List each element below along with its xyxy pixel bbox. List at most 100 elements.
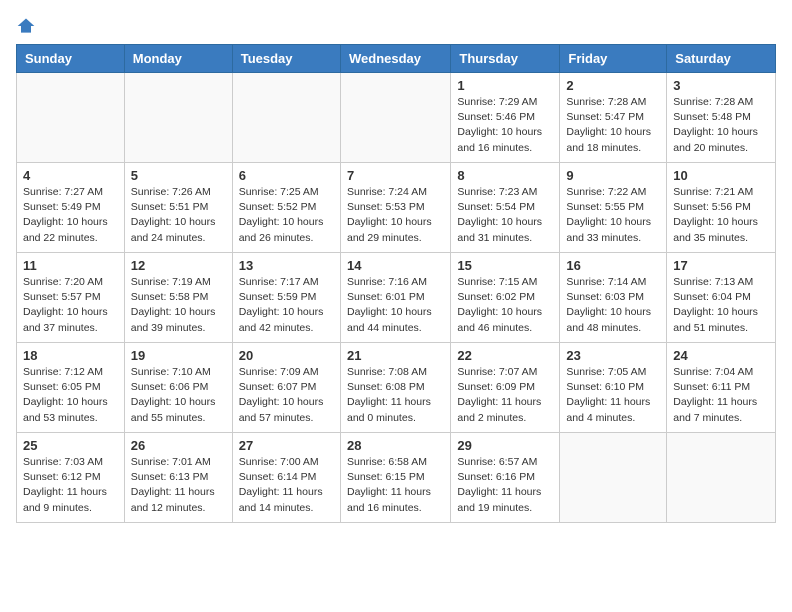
- calendar-cell: 7 Sunrise: 7:24 AMSunset: 5:53 PMDaylight…: [340, 163, 450, 253]
- calendar-cell: 26Sunrise: 7:01 AMSunset: 6:13 PMDayligh…: [124, 433, 232, 523]
- calendar-cell: 20 Sunrise: 7:09 AMSunset: 6:07 PMDayligh…: [232, 343, 340, 433]
- day-info: Sunrise: 7:28 AMSunset: 5:47 PMDaylight:…: [566, 95, 660, 156]
- day-number: 21: [347, 348, 444, 363]
- calendar-cell: 1 Sunrise: 7:29 AMSunset: 5:46 PMDaylight…: [451, 73, 560, 163]
- day-number: 18: [23, 348, 118, 363]
- day-info: Sunrise: 7:07 AMSunset: 6:09 PMDaylight:…: [457, 365, 553, 426]
- calendar-cell: 17 Sunrise: 7:13 AMSunset: 6:04 PMDayligh…: [667, 253, 776, 343]
- calendar-cell: [124, 73, 232, 163]
- day-number: 26: [131, 438, 226, 453]
- calendar-cell: 25 Sunrise: 7:03 AMSunset: 6:12 PMDayligh…: [17, 433, 125, 523]
- calendar-cell: 19 Sunrise: 7:10 AMSunset: 6:06 PMDayligh…: [124, 343, 232, 433]
- calendar-cell: 9 Sunrise: 7:22 AMSunset: 5:55 PMDaylight…: [560, 163, 667, 253]
- calendar-cell: 10 Sunrise: 7:21 AMSunset: 5:56 PMDayligh…: [667, 163, 776, 253]
- day-number: 28: [347, 438, 444, 453]
- calendar-cell: 23Sunrise: 7:05 AMSunset: 6:10 PMDayligh…: [560, 343, 667, 433]
- weekday-header-row: SundayMondayTuesdayWednesdayThursdayFrid…: [17, 45, 776, 73]
- calendar-cell: [17, 73, 125, 163]
- calendar-cell: 13 Sunrise: 7:17 AMSunset: 5:59 PMDayligh…: [232, 253, 340, 343]
- calendar-cell: 8 Sunrise: 7:23 AMSunset: 5:54 PMDaylight…: [451, 163, 560, 253]
- calendar-cell: 4 Sunrise: 7:27 AMSunset: 5:49 PMDaylight…: [17, 163, 125, 253]
- weekday-header-monday: Monday: [124, 45, 232, 73]
- weekday-header-friday: Friday: [560, 45, 667, 73]
- calendar-cell: 18 Sunrise: 7:12 AMSunset: 6:05 PMDayligh…: [17, 343, 125, 433]
- day-info: Sunrise: 7:04 AMSunset: 6:11 PMDaylight:…: [673, 365, 769, 426]
- day-info: Sunrise: 7:13 AMSunset: 6:04 PMDaylight:…: [673, 275, 769, 336]
- weekday-header-saturday: Saturday: [667, 45, 776, 73]
- day-info: Sunrise: 7:14 AMSunset: 6:03 PMDaylight:…: [566, 275, 660, 336]
- weekday-header-thursday: Thursday: [451, 45, 560, 73]
- day-number: 13: [239, 258, 334, 273]
- day-number: 14: [347, 258, 444, 273]
- day-number: 6: [239, 168, 334, 183]
- day-number: 20: [239, 348, 334, 363]
- calendar-cell: 24 Sunrise: 7:04 AMSunset: 6:11 PMDayligh…: [667, 343, 776, 433]
- weekday-header-sunday: Sunday: [17, 45, 125, 73]
- day-info: Sunrise: 7:12 AMSunset: 6:05 PMDaylight:…: [23, 365, 118, 426]
- day-info: Sunrise: 7:08 AMSunset: 6:08 PMDaylight:…: [347, 365, 444, 426]
- logo-icon: [16, 16, 36, 36]
- calendar-cell: 29Sunrise: 6:57 AMSunset: 6:16 PMDayligh…: [451, 433, 560, 523]
- day-info: Sunrise: 7:20 AMSunset: 5:57 PMDaylight:…: [23, 275, 118, 336]
- day-info: Sunrise: 7:27 AMSunset: 5:49 PMDaylight:…: [23, 185, 118, 246]
- calendar-cell: 5Sunrise: 7:26 AMSunset: 5:51 PMDaylight…: [124, 163, 232, 253]
- day-number: 10: [673, 168, 769, 183]
- weekday-header-tuesday: Tuesday: [232, 45, 340, 73]
- day-number: 4: [23, 168, 118, 183]
- day-info: Sunrise: 7:09 AMSunset: 6:07 PMDaylight:…: [239, 365, 334, 426]
- week-row-5: 25 Sunrise: 7:03 AMSunset: 6:12 PMDayligh…: [17, 433, 776, 523]
- day-number: 7: [347, 168, 444, 183]
- logo: [16, 16, 38, 36]
- day-info: Sunrise: 7:28 AMSunset: 5:48 PMDaylight:…: [673, 95, 769, 156]
- day-number: 11: [23, 258, 118, 273]
- day-info: Sunrise: 7:22 AMSunset: 5:55 PMDaylight:…: [566, 185, 660, 246]
- day-info: Sunrise: 7:24 AMSunset: 5:53 PMDaylight:…: [347, 185, 444, 246]
- calendar-cell: 21 Sunrise: 7:08 AMSunset: 6:08 PMDayligh…: [340, 343, 450, 433]
- day-info: Sunrise: 7:03 AMSunset: 6:12 PMDaylight:…: [23, 455, 118, 516]
- calendar-cell: 14Sunrise: 7:16 AMSunset: 6:01 PMDayligh…: [340, 253, 450, 343]
- day-info: Sunrise: 7:10 AMSunset: 6:06 PMDaylight:…: [131, 365, 226, 426]
- day-number: 29: [457, 438, 553, 453]
- week-row-4: 18 Sunrise: 7:12 AMSunset: 6:05 PMDayligh…: [17, 343, 776, 433]
- day-info: Sunrise: 7:19 AMSunset: 5:58 PMDaylight:…: [131, 275, 226, 336]
- day-number: 16: [566, 258, 660, 273]
- day-number: 2: [566, 78, 660, 93]
- day-number: 12: [131, 258, 226, 273]
- day-number: 9: [566, 168, 660, 183]
- calendar-cell: 28 Sunrise: 6:58 AMSunset: 6:15 PMDayligh…: [340, 433, 450, 523]
- page-header: [16, 16, 776, 36]
- day-number: 3: [673, 78, 769, 93]
- day-number: 8: [457, 168, 553, 183]
- day-number: 19: [131, 348, 226, 363]
- calendar-cell: 16 Sunrise: 7:14 AMSunset: 6:03 PMDayligh…: [560, 253, 667, 343]
- weekday-header-wednesday: Wednesday: [340, 45, 450, 73]
- day-info: Sunrise: 7:05 AMSunset: 6:10 PMDaylight:…: [566, 365, 660, 426]
- day-info: Sunrise: 7:26 AMSunset: 5:51 PMDaylight:…: [131, 185, 226, 246]
- day-number: 15: [457, 258, 553, 273]
- day-info: Sunrise: 7:29 AMSunset: 5:46 PMDaylight:…: [457, 95, 553, 156]
- day-number: 17: [673, 258, 769, 273]
- day-info: Sunrise: 6:58 AMSunset: 6:15 PMDaylight:…: [347, 455, 444, 516]
- day-number: 27: [239, 438, 334, 453]
- day-info: Sunrise: 7:21 AMSunset: 5:56 PMDaylight:…: [673, 185, 769, 246]
- day-number: 25: [23, 438, 118, 453]
- calendar-body: 1 Sunrise: 7:29 AMSunset: 5:46 PMDaylight…: [17, 73, 776, 523]
- day-number: 22: [457, 348, 553, 363]
- calendar-cell: [340, 73, 450, 163]
- calendar-cell: 3 Sunrise: 7:28 AMSunset: 5:48 PMDaylight…: [667, 73, 776, 163]
- day-info: Sunrise: 7:23 AMSunset: 5:54 PMDaylight:…: [457, 185, 553, 246]
- day-number: 1: [457, 78, 553, 93]
- calendar-table: SundayMondayTuesdayWednesdayThursdayFrid…: [16, 44, 776, 523]
- calendar-cell: 2 Sunrise: 7:28 AMSunset: 5:47 PMDaylight…: [560, 73, 667, 163]
- calendar-cell: [560, 433, 667, 523]
- calendar-cell: 22 Sunrise: 7:07 AMSunset: 6:09 PMDayligh…: [451, 343, 560, 433]
- calendar-cell: 11 Sunrise: 7:20 AMSunset: 5:57 PMDayligh…: [17, 253, 125, 343]
- calendar-cell: 27 Sunrise: 7:00 AMSunset: 6:14 PMDayligh…: [232, 433, 340, 523]
- calendar-cell: [667, 433, 776, 523]
- week-row-1: 1 Sunrise: 7:29 AMSunset: 5:46 PMDaylight…: [17, 73, 776, 163]
- week-row-3: 11 Sunrise: 7:20 AMSunset: 5:57 PMDayligh…: [17, 253, 776, 343]
- day-info: Sunrise: 7:25 AMSunset: 5:52 PMDaylight:…: [239, 185, 334, 246]
- day-info: Sunrise: 7:00 AMSunset: 6:14 PMDaylight:…: [239, 455, 334, 516]
- day-info: Sunrise: 7:17 AMSunset: 5:59 PMDaylight:…: [239, 275, 334, 336]
- day-number: 24: [673, 348, 769, 363]
